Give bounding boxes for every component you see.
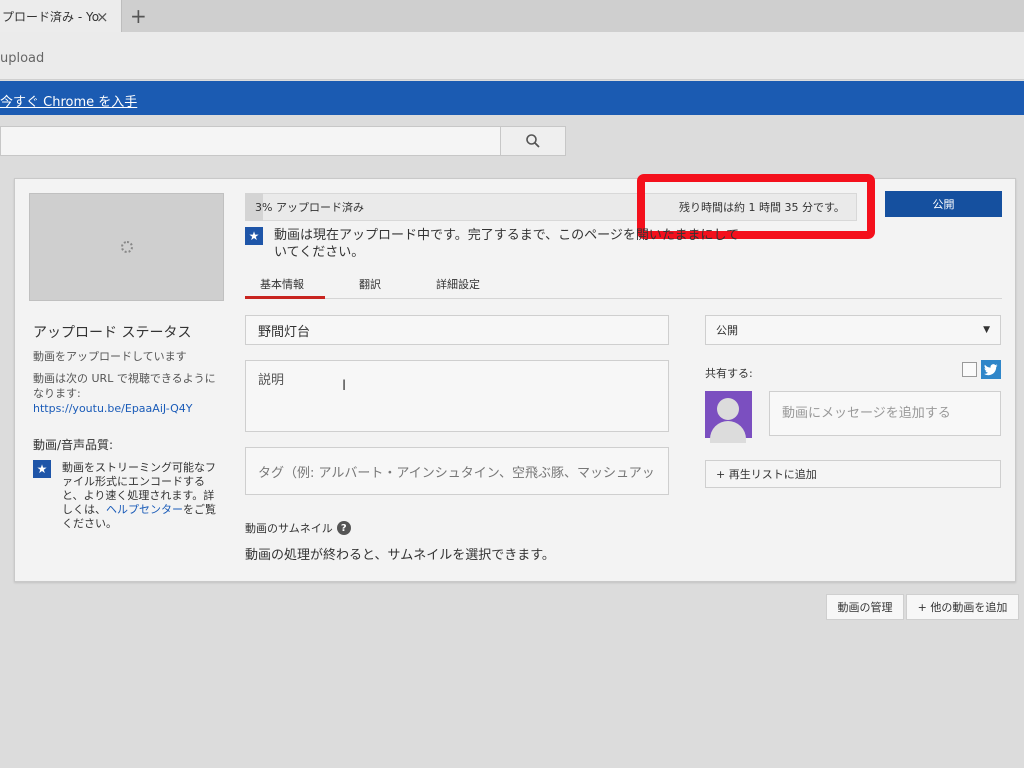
privacy-select[interactable]: 公開 ▼ — [705, 315, 1001, 345]
tab-divider — [245, 298, 1002, 299]
privacy-select-value: 公開 — [716, 324, 738, 337]
tab-translation[interactable]: 翻訳 — [359, 276, 381, 292]
add-more-videos-button[interactable]: + 他の動画を追加 — [906, 594, 1019, 620]
video-url-link[interactable]: https://youtu.be/EpaaAiJ-Q4Y — [33, 402, 192, 415]
text-cursor-icon: I — [342, 378, 347, 394]
add-to-playlist-button[interactable]: + 再生リストに追加 — [705, 460, 1001, 488]
video-url-text: 動画は次の URL で視聴できるようになります: https://youtu.b… — [33, 371, 219, 416]
twitter-bird-icon — [984, 363, 998, 375]
quality-text: 動画をストリーミング可能なファイル形式にエンコードすると、より速く処理されます。… — [62, 461, 222, 531]
tab-basic-info[interactable]: 基本情報 — [260, 276, 304, 292]
upload-progress-label: 3% アップロード済み — [255, 201, 364, 214]
avatar-head — [717, 398, 739, 420]
thumbnail-title-text: 動画のサムネイル — [245, 522, 333, 535]
upload-notice: 動画は現在アップロード中です。完了するまで、このページを開いたままにして いてく… — [274, 228, 740, 260]
share-message-input[interactable]: 動画にメッセージを追加する — [769, 391, 1001, 436]
video-url-prefix: 動画は次の URL で視聴できるようになります: — [33, 372, 216, 400]
thumbnail-section-title: 動画のサムネイル ? — [245, 520, 351, 536]
address-bar[interactable] — [0, 32, 1024, 80]
video-manager-button[interactable]: 動画の管理 — [826, 594, 904, 620]
description-input[interactable]: 説明 — [245, 360, 669, 432]
help-icon[interactable]: ? — [336, 521, 351, 535]
search-button[interactable] — [500, 126, 566, 156]
upload-status-title: アップロード ステータス — [33, 325, 192, 341]
star-icon: ★ — [33, 460, 51, 478]
publish-button[interactable]: 公開 — [885, 191, 1002, 217]
title-input[interactable]: 野間灯台 — [245, 315, 669, 345]
quality-title: 動画/音声品質: — [33, 438, 114, 452]
help-center-link[interactable]: ヘルプセンター — [106, 503, 183, 516]
search-input[interactable] — [0, 126, 500, 156]
share-checkbox[interactable] — [962, 362, 977, 377]
active-tab-indicator — [245, 296, 325, 299]
address-text: upload — [0, 51, 45, 66]
close-icon[interactable]: × — [96, 8, 109, 26]
twitter-icon[interactable] — [981, 360, 1001, 379]
browser-tab-title: プロード済み - Yo — [2, 9, 100, 24]
chrome-banner — [0, 81, 1024, 115]
loading-spinner-icon — [121, 241, 133, 253]
thumbnail-info-text: 動画の処理が終わると、サムネイルを選択できます。 — [245, 548, 555, 563]
share-label: 共有する: — [705, 367, 753, 380]
tags-input[interactable]: タグ（例: アルバート・アインシュタイン、空飛ぶ豚、マッシュアッ — [245, 447, 669, 495]
search-icon — [526, 134, 540, 148]
new-tab-icon[interactable]: + — [130, 4, 147, 28]
caret-down-icon: ▼ — [983, 325, 990, 335]
tab-advanced-settings[interactable]: 詳細設定 — [436, 276, 480, 292]
star-icon: ★ — [245, 227, 263, 245]
get-chrome-link[interactable]: 今すぐ Chrome を入手 — [0, 91, 137, 110]
upload-status-text: 動画をアップロードしています — [33, 350, 187, 363]
browser-tab-bar — [0, 0, 1024, 32]
